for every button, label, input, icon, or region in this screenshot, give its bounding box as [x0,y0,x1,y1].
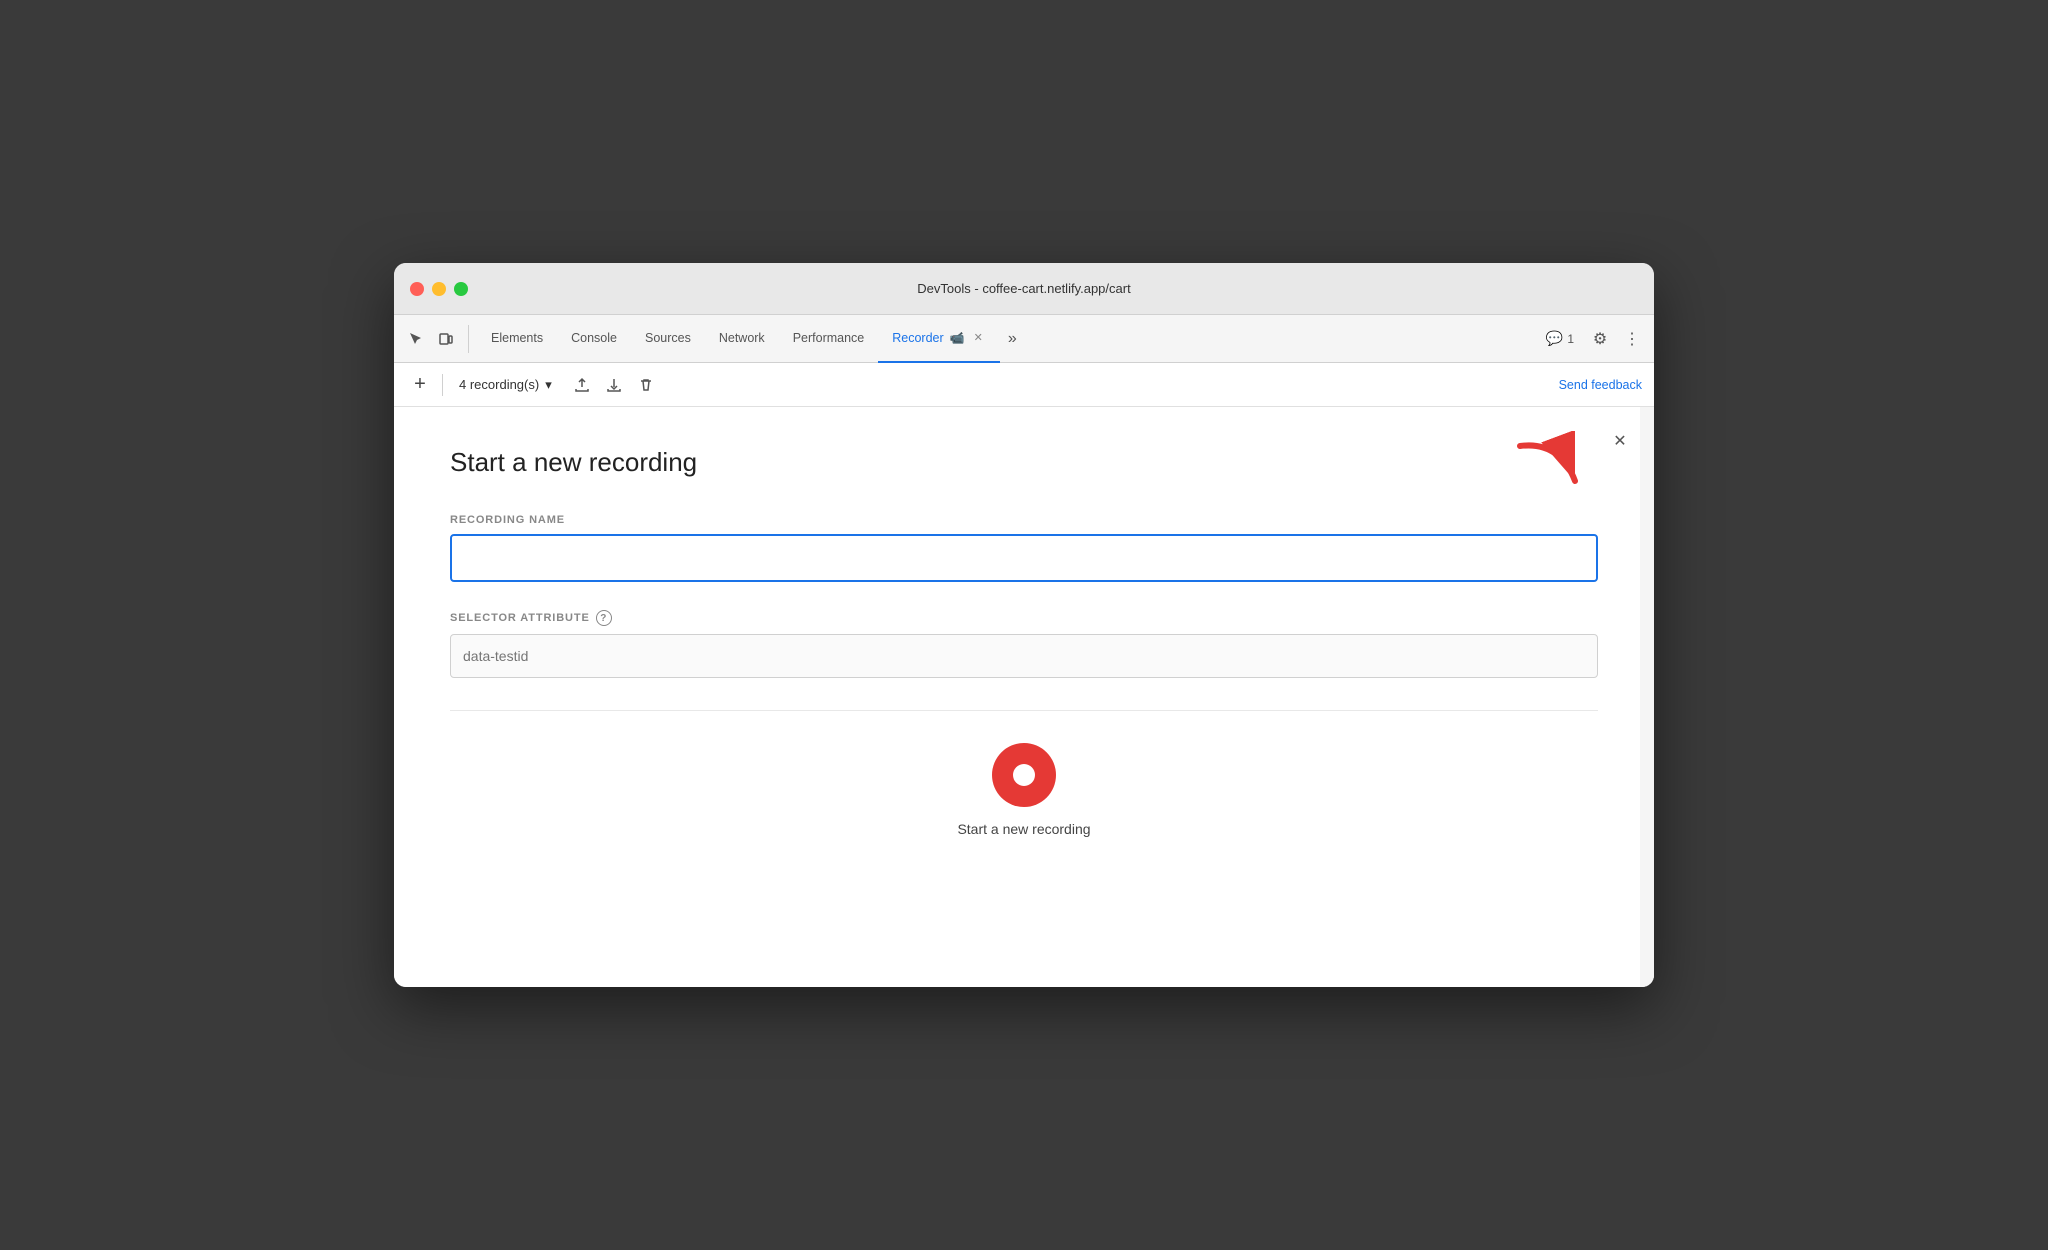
chat-icon: 💬 [1546,330,1563,347]
tab-sources[interactable]: Sources [631,315,705,363]
tab-bar: Elements Console Sources Network Perform… [477,315,1538,363]
chevron-down-icon: ▾ [545,377,552,393]
recording-name-input[interactable] [450,534,1598,582]
help-icon[interactable]: ? [596,610,612,626]
scrollbar[interactable] [1640,407,1654,987]
tab-console[interactable]: Console [557,315,631,363]
red-arrow-svg [1510,431,1590,501]
recording-select[interactable]: 4 recording(s) ▾ [451,373,560,397]
main-area: ✕ Start a new recording RECORDING NAME S… [394,407,1654,987]
traffic-lights [410,282,468,296]
recording-name-label: RECORDING NAME [450,514,1598,526]
download-icon [606,377,622,393]
minimize-traffic-light[interactable] [432,282,446,296]
recorder-tab-icon: 📹 [950,331,965,345]
selector-attribute-input[interactable] [450,634,1598,678]
main-content: ✕ Start a new recording RECORDING NAME S… [394,407,1654,987]
tab-recorder-content: Recorder 📹 ✕ [892,329,986,346]
notification-count: 1 [1567,332,1574,346]
start-recording-label: Start a new recording [957,821,1090,837]
import-button[interactable] [600,371,628,399]
tab-recorder[interactable]: Recorder 📹 ✕ [878,315,1000,363]
new-recording-button[interactable]: + [406,371,434,399]
form-title: Start a new recording [450,447,1598,478]
maximize-traffic-light[interactable] [454,282,468,296]
toolbar-divider [442,374,443,396]
recorder-tab-close[interactable]: ✕ [971,329,986,346]
gear-icon: ⚙ [1593,329,1607,349]
tab-elements[interactable]: Elements [477,315,557,363]
device-toggle-btn[interactable] [432,325,460,353]
window-title: DevTools - coffee-cart.netlify.app/cart [917,281,1130,296]
plus-icon: + [414,373,426,396]
close-icon: ✕ [1613,431,1626,451]
recording-name-group: RECORDING NAME [450,514,1598,582]
delete-button[interactable] [632,371,660,399]
cursor-icon [408,331,424,347]
selector-attribute-label: SELECTOR ATTRIBUTE ? [450,610,1598,626]
more-options-button[interactable]: ⋮ [1618,325,1646,353]
close-traffic-light[interactable] [410,282,424,296]
devtools-window: DevTools - coffee-cart.netlify.app/cart … [394,263,1654,987]
recording-actions [568,371,660,399]
more-tabs-btn[interactable]: » [1000,330,1025,348]
section-divider [450,710,1598,711]
settings-button[interactable]: ⚙ [1586,325,1614,353]
export-button[interactable] [568,371,596,399]
selector-attribute-group: SELECTOR ATTRIBUTE ? [450,610,1598,678]
cursor-icon-btn[interactable] [402,325,430,353]
recording-count-label: 4 recording(s) [459,377,539,392]
device-icon [438,331,454,347]
ellipsis-icon: ⋮ [1624,329,1640,349]
record-inner-circle [1013,764,1035,786]
notification-button[interactable]: 💬 1 [1538,326,1582,351]
upload-icon [574,377,590,393]
devtools-toolbar: Elements Console Sources Network Perform… [394,315,1654,363]
start-recording-button[interactable] [992,743,1056,807]
close-form-button[interactable]: ✕ [1606,427,1634,455]
title-bar: DevTools - coffee-cart.netlify.app/cart [394,263,1654,315]
send-feedback-link[interactable]: Send feedback [1559,378,1642,392]
trash-icon [638,377,654,393]
tab-network[interactable]: Network [705,315,779,363]
tab-performance[interactable]: Performance [779,315,879,363]
toolbar-right: 💬 1 ⚙ ⋮ [1538,325,1646,353]
red-arrow-indicator [1510,431,1590,506]
recorder-toolbar: + 4 recording(s) ▾ Send f [394,363,1654,407]
toolbar-icons [402,325,469,353]
start-recording-area: Start a new recording [450,743,1598,857]
